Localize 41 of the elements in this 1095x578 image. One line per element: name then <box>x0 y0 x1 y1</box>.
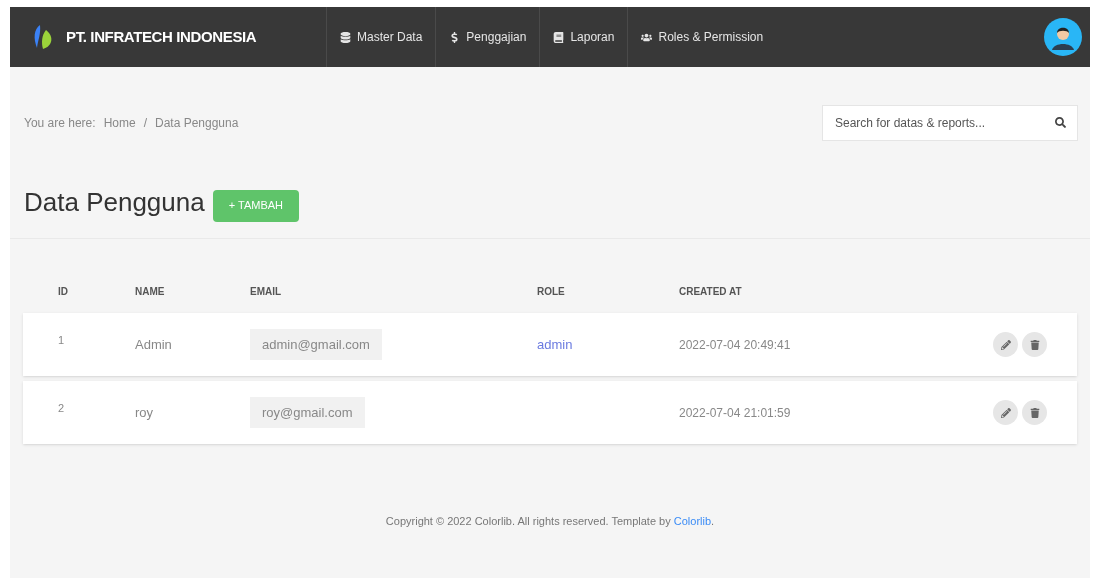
table-cell-text: 2022-07-04 21:01:59 <box>679 404 792 422</box>
delete-button[interactable] <box>1022 332 1047 357</box>
table-cell-text: roy <box>135 403 155 422</box>
avatar-icon[interactable] <box>1044 18 1082 56</box>
nav-link[interactable]: Laporan <box>539 7 628 67</box>
breadcrumb-link[interactable]: Data Pengguna <box>155 114 239 132</box>
page-title: Data Pengguna <box>24 186 205 219</box>
breadcrumb-label: You are here: <box>24 115 96 132</box>
edit-button[interactable] <box>993 332 1018 357</box>
logo-icon <box>32 24 54 50</box>
nav-link[interactable]: Master Data <box>326 7 436 67</box>
pencil-icon <box>1000 339 1011 350</box>
email-chip: roy@gmail.com <box>250 396 365 429</box>
column-header: ID <box>57 284 69 299</box>
search-icon <box>1055 117 1066 128</box>
column-header: NAME <box>135 284 166 299</box>
breadcrumb-separator: / <box>143 115 147 132</box>
edit-button[interactable] <box>993 400 1018 425</box>
add-button[interactable]: + TAMBAH <box>212 189 300 222</box>
trash-icon <box>1029 339 1040 350</box>
book-icon <box>553 31 565 43</box>
pencil-icon <box>1000 407 1011 418</box>
table-cell-text: Admin <box>135 335 173 354</box>
table-cell-text: 2 <box>57 401 66 417</box>
column-header: CREATED AT <box>679 284 743 299</box>
column-header: ROLE <box>537 284 566 299</box>
delete-button[interactable] <box>1022 400 1047 425</box>
table-cell-text: 1 <box>57 333 66 349</box>
breadcrumb-link[interactable]: Home <box>103 114 136 132</box>
database-icon <box>340 31 351 43</box>
brand-name: PT. INFRATECH INDONESIA <box>66 26 257 47</box>
email-chip: admin@gmail.com <box>250 328 382 361</box>
users-icon <box>641 31 653 43</box>
role-link[interactable]: admin <box>537 336 573 352</box>
column-header: EMAIL <box>250 284 283 299</box>
footer-copyright: Copyright © 2022 Colorlib. All rights reserved. Template by Colorlib. <box>384 514 716 529</box>
nav-link[interactable]: Penggajian <box>435 7 540 67</box>
trash-icon <box>1029 407 1040 418</box>
table-cell-text: 2022-07-04 20:49:41 <box>679 336 792 354</box>
search-field[interactable]: Search for datas & reports... <box>822 105 1078 141</box>
nav-link[interactable]: Roles & Permission <box>627 7 777 67</box>
